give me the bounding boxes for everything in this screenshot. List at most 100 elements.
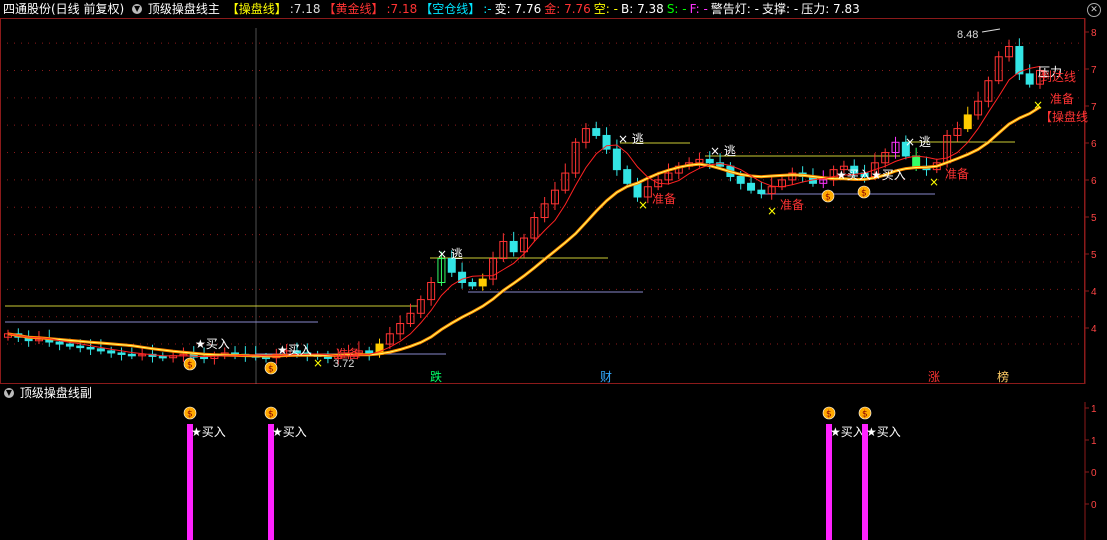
indicator-value-12: 警告灯: - — [710, 2, 759, 16]
sub-axis-tick-label: 0 — [1091, 468, 1097, 479]
indicator-value-9: B: 7.38 — [621, 2, 664, 16]
candle-body — [478, 278, 487, 287]
money-bag-glyph: $ — [187, 410, 193, 420]
indicator-value-1: :7.18 — [289, 2, 321, 16]
axis-tick-label: 4 — [1091, 287, 1097, 298]
signal-bar — [862, 424, 868, 540]
axis-tick-label: 5 — [1091, 213, 1097, 224]
signal-label-3: ★买入 — [871, 168, 906, 182]
indicator-value-3: :7.18 — [386, 2, 418, 16]
candle-body — [107, 350, 116, 354]
sub-axis-tick-label: 0 — [1091, 500, 1097, 511]
golden-line — [7, 65, 1041, 358]
sub-signal-label-0: ★买入 — [191, 425, 226, 439]
low-price-label: 3.72 — [333, 358, 354, 370]
axis-tick-label: 7 — [1091, 65, 1097, 76]
candle-body — [96, 348, 105, 352]
signal-label-12: × 逃 — [618, 132, 644, 146]
money-bag-glyph: $ — [862, 410, 868, 420]
main-chart-border — [0, 18, 1085, 384]
candle-body — [705, 158, 714, 164]
candle-body — [592, 128, 601, 136]
indicator-value-14: 压力: 7.83 — [801, 2, 860, 16]
sub-panel-title[interactable]: 顶级操盘线副 — [20, 384, 92, 402]
stock-title[interactable]: 四通股份(日线 前复权) — [3, 0, 124, 18]
candle-body — [757, 189, 766, 195]
event-marker-3: 榜 — [997, 369, 1009, 384]
axis-tick-label: 4 — [1091, 324, 1097, 335]
signal-label-9: 准备 — [945, 167, 969, 181]
operation-line — [7, 105, 1041, 358]
candle-body — [76, 345, 85, 349]
sub-panel-header: ▼ 顶级操盘线副 — [0, 384, 1107, 402]
signal-label-2: ★买入 — [836, 168, 871, 182]
candle-body — [55, 341, 64, 345]
indicator-value-8: 空: - — [593, 2, 618, 16]
indicator-value-13: 支撑: - — [762, 2, 799, 16]
candle-body — [200, 356, 209, 360]
indicator-value-4: 【空仓线】 — [420, 2, 481, 16]
indicator-header: 四通股份(日线 前复权) ▼ 顶级操盘线主 【操盘线】:7.18 【黄金线】:7.… — [0, 0, 1107, 18]
candle-body — [747, 182, 756, 191]
warning-x-icon: × — [638, 198, 648, 212]
signal-label-10: 准备 — [1050, 92, 1074, 106]
money-bag-glyph: $ — [861, 189, 867, 199]
axis-tick-label: 8 — [1091, 28, 1097, 39]
sub-signal-label-1: ★买入 — [272, 425, 307, 439]
high-price-label: 8.48 — [957, 29, 978, 41]
warning-x-icon: × — [767, 204, 777, 218]
candle-body — [86, 346, 95, 350]
candle-body — [912, 155, 921, 167]
candle-body — [117, 352, 126, 355]
candlestick-chart[interactable]: 877665544★买入 ★买入★买入 ★买入准备准备 准备准备准备× 逃× 逃× 逃… — [0, 18, 1107, 384]
candle-body — [612, 148, 621, 171]
money-bag-glyph: $ — [826, 410, 832, 420]
indicator-menu-icon[interactable]: ▼ — [132, 4, 143, 14]
candle-body — [509, 240, 518, 253]
signal-label-13: × 逃 — [710, 144, 736, 158]
signal-bar — [268, 424, 274, 540]
indicator-name[interactable]: 顶级操盘线主 — [148, 0, 220, 18]
axis-tick-label: 5 — [1091, 250, 1097, 261]
money-bag-glyph: $ — [268, 365, 274, 375]
signal-label-7: 准备 — [652, 192, 676, 206]
warning-x-icon: × — [1033, 98, 1043, 112]
money-bag-glyph: $ — [187, 361, 193, 371]
signal-label-11: × 逃 — [437, 247, 463, 261]
signal-label-16: 到达线 — [1040, 70, 1076, 84]
sub-indicator-menu-icon[interactable]: ▼ — [4, 388, 14, 398]
axis-tick-label: 7 — [1091, 102, 1097, 113]
candle-body — [158, 355, 167, 359]
signal-bar — [826, 424, 832, 540]
indicator-value-6: 变: 7.76 — [494, 2, 542, 16]
indicator-value-5: :- — [483, 2, 492, 16]
warning-x-icon: × — [929, 175, 939, 189]
warning-x-icon: × — [313, 356, 323, 370]
indicator-value-0: 【操盘线】 — [226, 2, 287, 16]
candle-body — [127, 353, 136, 357]
sub-axis-tick-label: 1 — [1091, 404, 1097, 415]
signal-label-1: ★买入 — [277, 343, 312, 357]
signal-label-8: 准备 — [780, 198, 804, 212]
candle-body — [1015, 46, 1024, 75]
sub-axis-tick-label: 1 — [1091, 436, 1097, 447]
event-marker-1: 财 — [600, 370, 612, 384]
candle-body — [65, 343, 74, 347]
signal-label-14: × 逃 — [905, 135, 931, 149]
high-price-pointer — [981, 28, 1001, 33]
event-marker-0: 跌 — [430, 369, 442, 384]
indicator-value-7: 金: 7.76 — [544, 2, 591, 16]
axis-tick-label: 6 — [1091, 139, 1097, 150]
indicator-value-11: F: - — [689, 2, 708, 16]
close-icon[interactable]: ✕ — [1087, 3, 1101, 17]
signal-label-0: ★买入 — [195, 337, 230, 351]
candle-body — [736, 175, 745, 184]
money-bag-glyph: $ — [268, 410, 274, 420]
signal-bar — [187, 424, 193, 540]
sub-signal-label-2: ★买入 — [830, 425, 865, 439]
candle-body — [1025, 73, 1034, 85]
signal-label-17: 【操盘线 — [1040, 109, 1088, 124]
money-bag-glyph: $ — [825, 193, 831, 203]
indicator-values: 【操盘线】:7.18 【黄金线】:7.18 【空仓线】:- 变: 7.76 金: 7.7… — [224, 0, 860, 18]
sub-indicator-chart[interactable]: 1 1 0 0 $ ★买入 $ ★买入 $ ★买入 $ ★买入 — [0, 402, 1107, 540]
